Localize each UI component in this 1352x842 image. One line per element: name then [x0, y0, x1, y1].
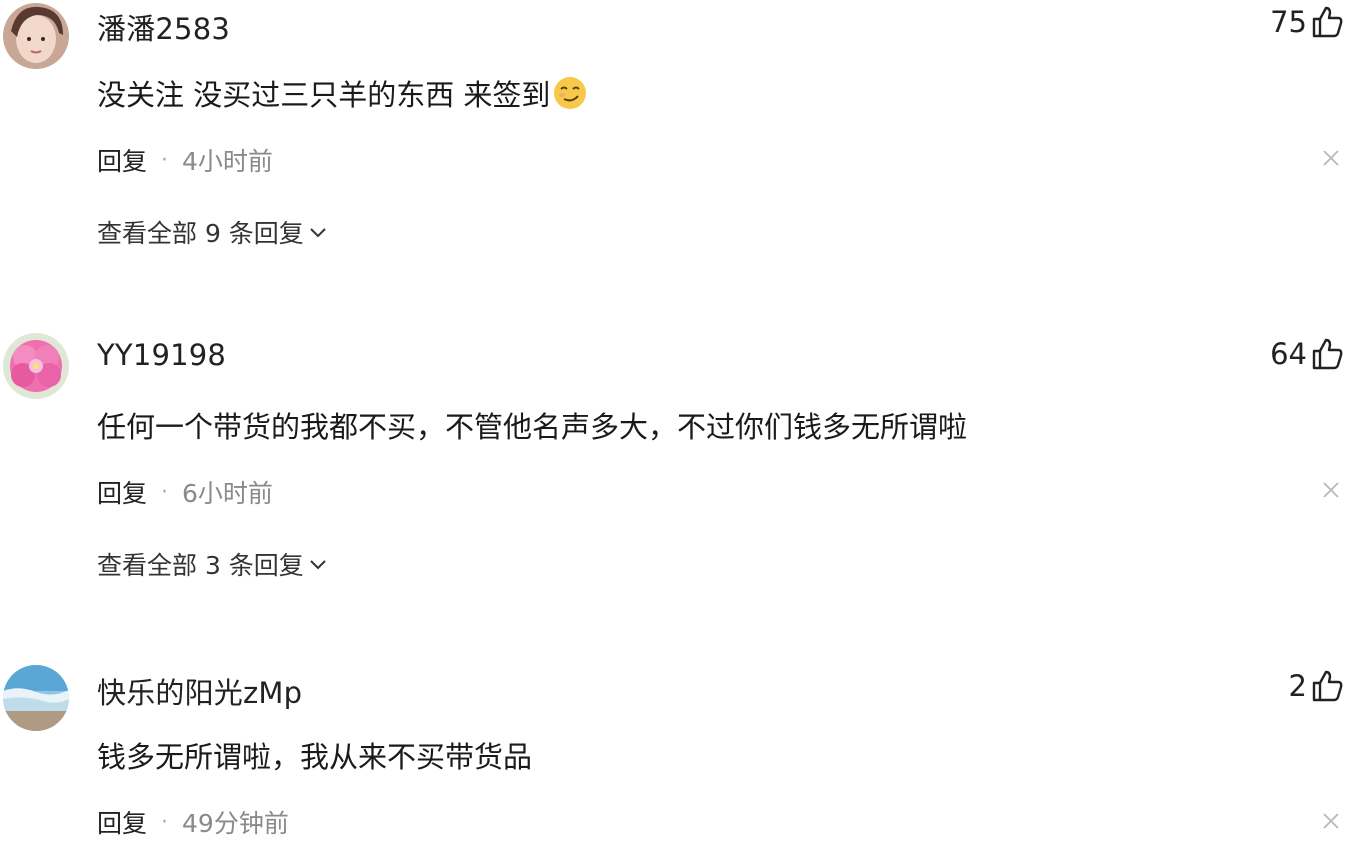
comment-meta: 回复 · 4小时前	[97, 142, 273, 178]
chevron-down-icon	[310, 228, 326, 238]
close-icon[interactable]	[1322, 149, 1340, 167]
avatar[interactable]	[3, 665, 69, 731]
like-count: 64	[1270, 337, 1307, 371]
timestamp: 4小时前	[182, 147, 273, 176]
reply-button[interactable]: 回复	[97, 804, 147, 840]
comment-meta: 回复 · 6小时前	[97, 474, 273, 510]
like-button[interactable]: 75	[1270, 5, 1344, 39]
thumbs-up-icon[interactable]	[1310, 5, 1344, 39]
expand-replies-button[interactable]: 查看全部 9 条回复	[97, 214, 328, 250]
chevron-down-icon	[310, 560, 326, 570]
expand-replies-button[interactable]: 查看全部 3 条回复	[97, 546, 328, 582]
username[interactable]: 潘潘2583	[97, 6, 230, 48]
expand-replies-label: 查看全部 3 条回复	[97, 551, 304, 580]
timestamp: 49分钟前	[182, 809, 289, 838]
like-button[interactable]: 2	[1289, 669, 1344, 703]
separator: ·	[161, 809, 169, 835]
thumbs-up-icon[interactable]	[1310, 337, 1344, 371]
like-button[interactable]: 64	[1270, 337, 1344, 371]
avatar[interactable]	[3, 3, 69, 69]
expand-replies-label: 查看全部 9 条回复	[97, 219, 304, 248]
like-count: 75	[1270, 5, 1307, 39]
timestamp: 6小时前	[182, 479, 273, 508]
close-icon[interactable]	[1322, 481, 1340, 499]
comment-text: 任何一个带货的我都不买，不管他名声多大，不过你们钱多无所谓啦	[97, 404, 967, 446]
close-icon[interactable]	[1322, 812, 1340, 830]
reply-button[interactable]: 回复	[97, 142, 147, 178]
comment-text-body: 钱多无所谓啦，我从来不买带货品	[97, 740, 533, 774]
smirk-emoji-icon	[554, 77, 587, 109]
comment-meta: 回复 · 49分钟前	[97, 804, 289, 840]
avatar[interactable]	[3, 333, 69, 399]
username[interactable]: 快乐的阳光zMp	[97, 670, 302, 712]
separator: ·	[161, 147, 169, 173]
comment-text: 没关注 没买过三只羊的东西 来签到	[97, 72, 588, 114]
reply-button[interactable]: 回复	[97, 474, 147, 510]
username[interactable]: YY19198	[97, 338, 226, 372]
like-count: 2	[1288, 669, 1307, 703]
comment-text-body: 没关注 没买过三只羊的东西 来签到	[97, 78, 551, 112]
separator: ·	[161, 479, 169, 505]
thumbs-up-icon[interactable]	[1310, 669, 1344, 703]
comment-text-body: 任何一个带货的我都不买，不管他名声多大，不过你们钱多无所谓啦	[97, 410, 968, 444]
comment-text: 钱多无所谓啦，我从来不买带货品	[97, 734, 532, 776]
